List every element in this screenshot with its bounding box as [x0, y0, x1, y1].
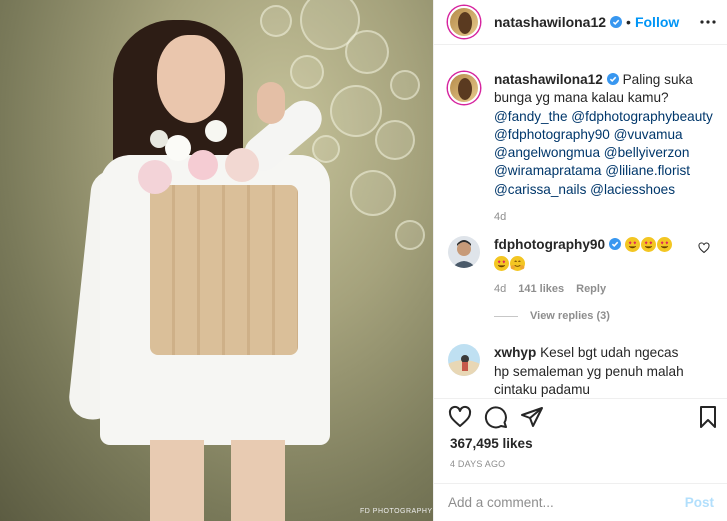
verified-badge-icon: [606, 73, 619, 85]
heart-eyes-emoji-icon: [624, 237, 640, 252]
instagram-post: FD PHOTOGRAPHY natashawilona12 • Follow …: [0, 0, 727, 521]
model-corset: [150, 185, 298, 355]
flower: [165, 135, 191, 161]
caption-username[interactable]: natashawilona12: [494, 72, 603, 87]
post-comment-button[interactable]: Post: [685, 495, 714, 510]
commenter-username[interactable]: xwhyp: [494, 345, 536, 360]
commenter-avatar[interactable]: [448, 236, 480, 268]
view-replies-label: View replies (3): [530, 310, 610, 322]
author-username[interactable]: natashawilona12: [494, 14, 606, 30]
replies-divider: [494, 315, 518, 317]
model-hand: [257, 82, 285, 124]
comment-input[interactable]: [448, 495, 685, 510]
caption-avatar[interactable]: [448, 72, 480, 104]
likes-count[interactable]: 367,495 likes: [450, 436, 533, 451]
post-caption: natashawilona12 Paling suka bunga yg man…: [434, 58, 727, 223]
more-dots-icon[interactable]: [698, 12, 718, 32]
mention-link[interactable]: @vuvamua: [614, 127, 683, 142]
flower: [138, 160, 172, 194]
caption-text: natashawilona12 Paling suka bunga yg man…: [494, 58, 718, 199]
bokeh-circle: [375, 120, 415, 160]
comments-list[interactable]: natashawilona12 Paling suka bunga yg man…: [434, 58, 727, 398]
bokeh-circle: [350, 170, 396, 216]
comment-text: xwhyp Kesel bgt udah ngecas hp semaleman…: [494, 344, 688, 398]
model-face: [157, 35, 225, 123]
flower: [205, 120, 227, 142]
mention-link[interactable]: @fandy_the: [494, 109, 568, 124]
hug-emoji-icon: [510, 255, 525, 271]
comment-like-heart-icon[interactable]: [698, 242, 710, 254]
comment-meta: 4d 141 likes Reply: [494, 283, 688, 295]
post-sidebar: natashawilona12 • Follow natashawilona12…: [433, 0, 727, 521]
mention-link[interactable]: @angelwongmua: [494, 145, 600, 160]
bokeh-circle: [260, 5, 292, 37]
mention-link[interactable]: @bellyiverzon: [604, 145, 690, 160]
comment-bubble-icon[interactable]: [484, 405, 508, 429]
comment-item: xwhyp Kesel bgt udah ngecas hp semaleman…: [434, 344, 727, 398]
commenter-username[interactable]: fdphotography90: [494, 237, 605, 252]
add-comment-bar: Post: [434, 483, 727, 521]
reply-button[interactable]: Reply: [576, 283, 606, 295]
flower: [225, 148, 259, 182]
post-photo[interactable]: FD PHOTOGRAPHY: [0, 0, 433, 521]
heart-eyes-emoji-icon: [656, 237, 672, 252]
bokeh-circle: [395, 220, 425, 250]
flower: [188, 150, 218, 180]
mention-link[interactable]: @fdphotographybeauty: [571, 109, 713, 124]
comment-item: fdphotography90 4d 141 likes Reply: [434, 236, 727, 295]
flower-bouquet: [130, 120, 270, 205]
paper-plane-icon[interactable]: [520, 405, 544, 429]
bokeh-circle: [390, 70, 420, 100]
verified-badge-icon: [609, 238, 622, 250]
heart-eyes-emoji-icon: [494, 255, 509, 271]
mention-link[interactable]: @liliane.florist: [605, 163, 690, 178]
comment-text: fdphotography90: [494, 236, 688, 273]
view-replies-link[interactable]: View replies (3): [494, 310, 610, 322]
comment-timestamp[interactable]: 4d: [494, 283, 506, 295]
header-separator: •: [626, 14, 631, 30]
mention-link[interactable]: @wiramapratama: [494, 163, 601, 178]
comment-likes-count[interactable]: 141 likes: [518, 283, 564, 295]
bokeh-circle: [330, 85, 382, 137]
caption-timestamp[interactable]: 4d: [494, 211, 506, 223]
follow-button[interactable]: Follow: [635, 14, 679, 30]
author-avatar[interactable]: [448, 6, 480, 38]
caption-meta: 4d: [494, 211, 718, 223]
action-bar: [434, 398, 727, 433]
post-timestamp[interactable]: 4 DAYS AGO: [450, 459, 505, 469]
mention-link[interactable]: @laciesshoes: [590, 182, 675, 197]
bokeh-circle: [345, 30, 389, 74]
heart-outline-icon[interactable]: [448, 405, 472, 429]
post-header: natashawilona12 • Follow: [434, 0, 727, 45]
photo-watermark: FD PHOTOGRAPHY: [360, 508, 433, 515]
heart-eyes-emoji-icon: [640, 237, 656, 252]
bookmark-icon[interactable]: [696, 405, 720, 429]
verified-badge-icon: [610, 16, 623, 28]
flower: [150, 130, 168, 148]
mention-link[interactable]: @carissa_nails: [494, 182, 586, 197]
mention-link[interactable]: @fdphotography90: [494, 127, 610, 142]
commenter-avatar[interactable]: [448, 344, 480, 376]
model-legs: [150, 440, 285, 521]
bokeh-circle: [290, 55, 324, 89]
